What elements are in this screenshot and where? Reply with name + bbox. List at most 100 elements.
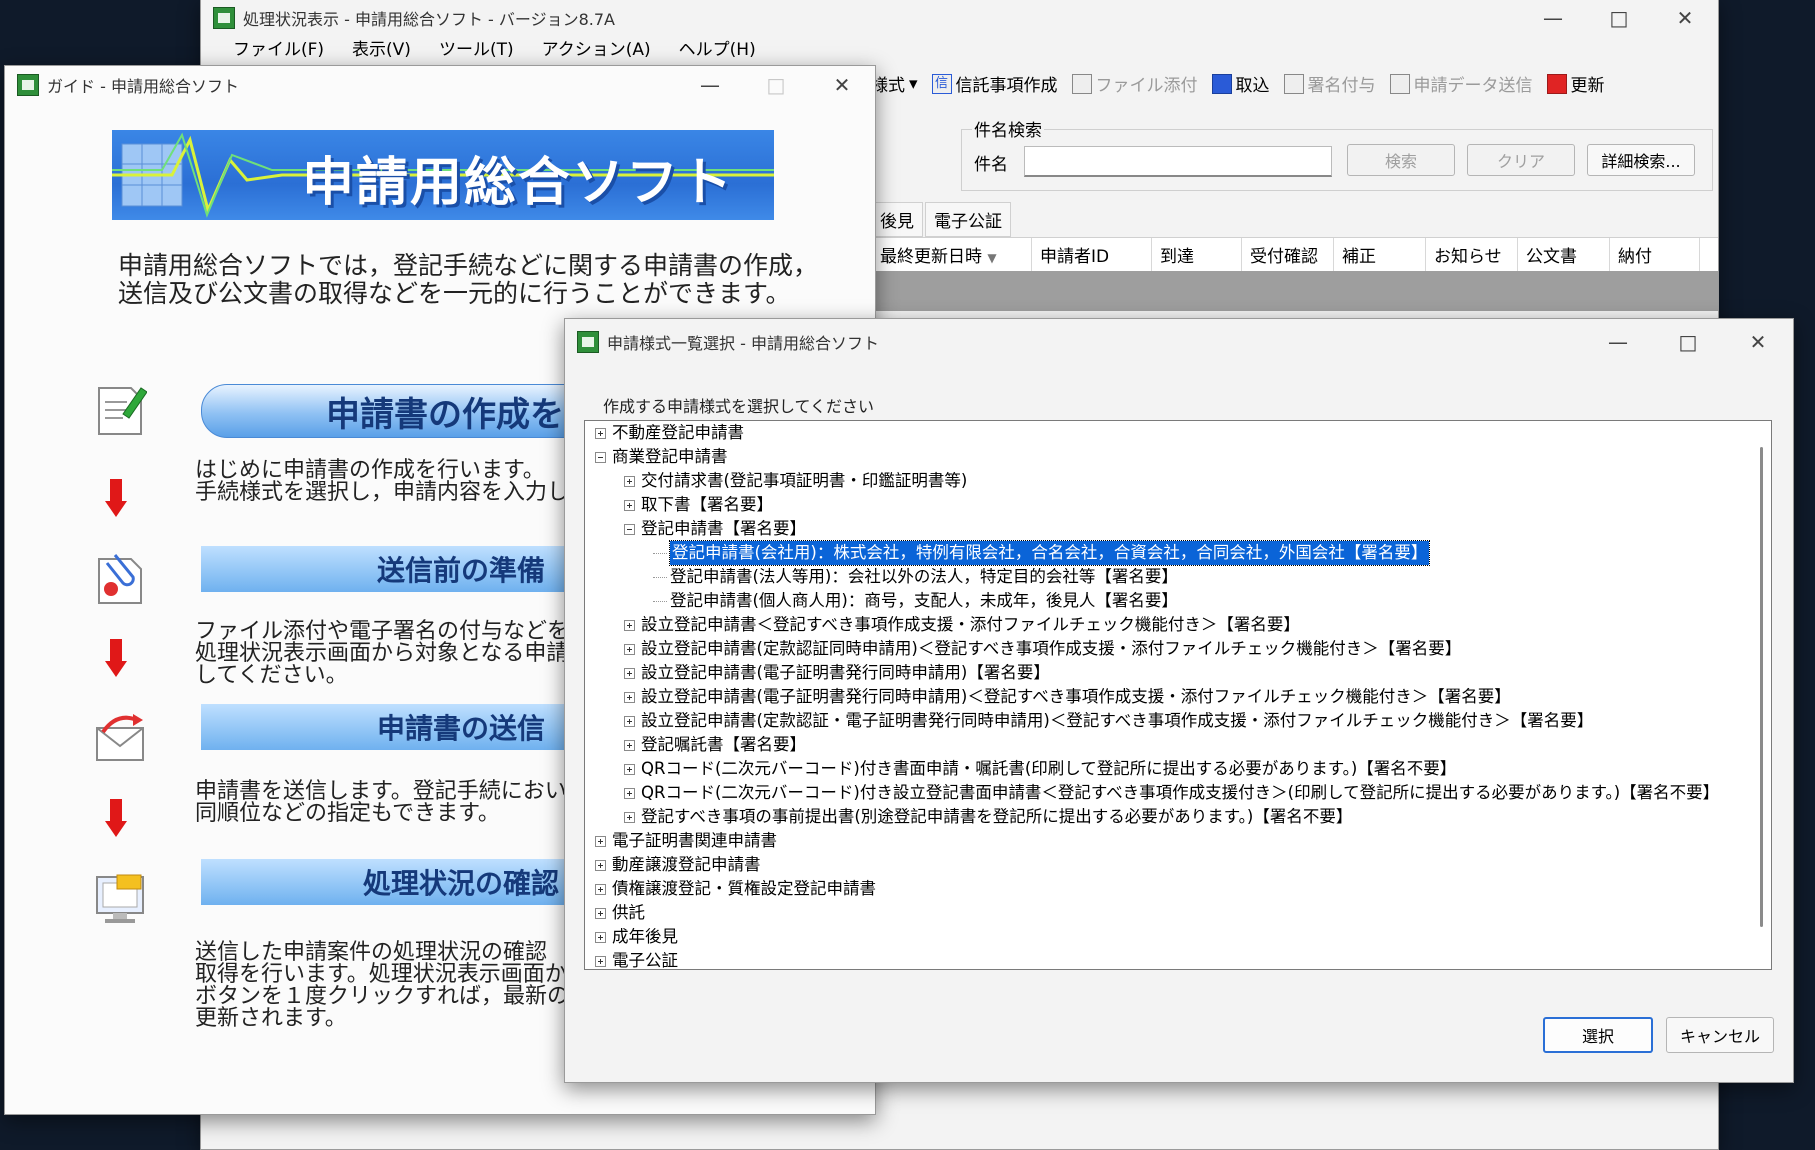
expand-plus-icon[interactable]: [624, 475, 635, 487]
tree-scrollbar[interactable]: [1760, 447, 1763, 927]
tree-item[interactable]: QRコード(二次元バーコード)付き書面申請・嘱託書(印刷して登記所に提出する必要…: [624, 757, 1456, 781]
tree-item[interactable]: 登記申請書(個人商人用)：商号，支配人，未成年，後見人【署名要】: [653, 589, 1178, 613]
menu-view[interactable]: 表示(V): [338, 35, 425, 65]
column-applicant-id[interactable]: 申請者ID: [1032, 238, 1152, 272]
maximize-icon[interactable]: □: [1586, 0, 1652, 37]
column-receipt[interactable]: 受付確認: [1242, 238, 1334, 272]
search-button[interactable]: 検索: [1347, 144, 1455, 176]
form-select-dialog: 申請様式一覧選択 - 申請用総合ソフト — □ ✕ 作成する申請様式を選択してく…: [564, 318, 1794, 1083]
clear-button[interactable]: クリア: [1467, 144, 1575, 176]
toolbar: 様式 ▾ 信信託事項作成 ファイル添付 取込 署名付与 申請データ送信 更新: [871, 71, 1613, 96]
minimize-icon[interactable]: —: [1583, 319, 1653, 365]
menu-bar: ファイル(F) 表示(V) ツール(T) アクション(A) ヘルプ(H): [219, 35, 770, 65]
expand-plus-icon[interactable]: [624, 811, 635, 823]
tree-item[interactable]: 登記すべき事項の事前提出書(別途登記申請書を登記所に提出する必要があります。)【…: [624, 805, 1352, 829]
tree-item[interactable]: 設立登記申請書＜登記すべき事項作成支援・添付ファイルチェック機能付き＞【署名要】: [624, 613, 1300, 637]
menu-help[interactable]: ヘルプ(H): [665, 35, 770, 65]
expand-plus-icon[interactable]: [595, 859, 606, 871]
tree-item[interactable]: 設立登記申請書(定款認証同時申請用)＜登記すべき事項作成支援・添付ファイルチェッ…: [624, 637, 1461, 661]
column-last-updated[interactable]: 最終更新日時 ▼: [872, 238, 1032, 272]
expand-plus-icon[interactable]: [595, 931, 606, 943]
column-correction[interactable]: 補正: [1334, 238, 1426, 272]
tree-item[interactable]: 登記申請書【署名要】: [624, 517, 806, 541]
expand-plus-icon[interactable]: [624, 787, 635, 799]
expand-plus-icon[interactable]: [595, 955, 606, 967]
tree-item[interactable]: 交付請求書(登記事項証明書・印鑑証明書等): [624, 469, 967, 493]
collapse-minus-icon[interactable]: [624, 523, 635, 535]
sign-button[interactable]: 署名付与: [1283, 71, 1376, 96]
select-button[interactable]: 選択: [1543, 1017, 1653, 1053]
tree-item[interactable]: 設立登記申請書(定款認証・電子証明書発行同時申請用)＜登記すべき事項作成支援・添…: [624, 709, 1593, 733]
cancel-button[interactable]: キャンセル: [1666, 1017, 1774, 1053]
app-icon: [17, 74, 39, 96]
maximize-icon: □: [766, 73, 786, 97]
close-icon[interactable]: ✕: [809, 66, 875, 104]
tree-item[interactable]: 取下書【署名要】: [624, 493, 773, 517]
banner-title: 申請用総合ソフト: [302, 153, 735, 213]
tree-item[interactable]: 電子証明書関連申請書: [595, 829, 777, 853]
tree-item[interactable]: 登記申請書(法人等用)：会社以外の法人，特定目的会社等【署名要】: [653, 565, 1178, 589]
tree-item[interactable]: 不動産登記申請書: [595, 421, 744, 445]
tree-item[interactable]: 供託: [595, 901, 645, 925]
refresh-button[interactable]: 更新: [1546, 71, 1605, 96]
expand-plus-icon[interactable]: [624, 715, 635, 727]
menu-tools[interactable]: ツール(T): [425, 35, 528, 65]
tree-item[interactable]: 登記嘱託書【署名要】: [624, 733, 806, 757]
category-tabs: 後見 電子公証: [871, 202, 1013, 237]
expand-plus-icon[interactable]: [595, 883, 606, 895]
tree-item[interactable]: 動産譲渡登記申請書: [595, 853, 761, 877]
column-arrival[interactable]: 到達: [1152, 238, 1242, 272]
close-icon[interactable]: ✕: [1723, 319, 1793, 365]
column-official-doc[interactable]: 公文書: [1518, 238, 1610, 272]
expand-plus-icon[interactable]: [624, 499, 635, 511]
tree-connector: [653, 576, 667, 578]
expand-plus-icon[interactable]: [624, 619, 635, 631]
column-notice[interactable]: お知らせ: [1426, 238, 1518, 272]
tree-item[interactable]: 成年後見: [595, 925, 678, 949]
tree-item[interactable]: 電子公証: [595, 949, 678, 969]
tree-item[interactable]: QRコード(二次元バーコード)付き設立登記書面申請書＜登記すべき事項作成支援付き…: [624, 781, 1719, 805]
form-tree[interactable]: 不動産登記申請書 商業登記申請書 交付請求書(登記事項証明書・印鑑証明書等) 取下書【…: [584, 420, 1772, 970]
tree-item-label: QRコード(二次元バーコード)付き設立登記書面申請書＜登記すべき事項作成支援付き…: [641, 783, 1720, 802]
tree-item-label: 設立登記申請書(定款認証・電子証明書発行同時申請用)＜登記すべき事項作成支援・添…: [641, 711, 1594, 730]
minimize-icon[interactable]: —: [1520, 0, 1586, 37]
tab-guardianship[interactable]: 後見: [871, 202, 923, 237]
select-prompt: 作成する申請様式を選択してください: [603, 397, 875, 416]
attach-file-button[interactable]: ファイル添付: [1071, 71, 1198, 96]
tree-item-label: 設立登記申請書(電子証明書発行同時申請用)＜登記すべき事項作成支援・添付ファイル…: [641, 687, 1511, 706]
maximize-icon[interactable]: □: [1653, 319, 1723, 365]
expand-plus-icon[interactable]: [624, 763, 635, 775]
sign-icon: [1283, 73, 1304, 94]
tree-item[interactable]: 登記申請書(会社用)：株式会社，特例有限会社，合名会社，合資会社，合同会社，外国…: [653, 540, 1431, 566]
tree-item[interactable]: 商業登記申請書: [595, 445, 728, 469]
menu-file[interactable]: ファイル(F): [219, 35, 338, 65]
tree-item[interactable]: 債権譲渡登記・質権設定登記申請書: [595, 877, 876, 901]
trust-create-button[interactable]: 信信託事項作成: [931, 71, 1058, 96]
step-status-text: 送信した申請案件の処理状況の確認 取得を行います。処理状況表示画面か ボタンを１…: [195, 940, 614, 1031]
send-mail-icon: [96, 714, 144, 761]
expand-plus-icon[interactable]: [595, 835, 606, 847]
dialog-titlebar: 申請様式一覧選択 - 申請用総合ソフト — □ ✕: [565, 319, 1793, 365]
collapse-minus-icon[interactable]: [595, 451, 606, 463]
import-button[interactable]: 取込: [1211, 71, 1270, 96]
detail-search-button[interactable]: 詳細検索...: [1587, 144, 1695, 176]
style-menu-button[interactable]: 様式 ▾: [871, 71, 918, 97]
expand-plus-icon[interactable]: [624, 667, 635, 679]
sort-desc-icon: ▼: [987, 251, 997, 265]
tree-item[interactable]: 設立登記申請書(電子証明書発行同時申請用)＜登記すべき事項作成支援・添付ファイル…: [624, 685, 1511, 709]
subject-search-group: 件名検索 件名 検索 クリア 詳細検索...: [961, 116, 1713, 191]
expand-plus-icon[interactable]: [624, 643, 635, 655]
column-payment[interactable]: 納付: [1610, 238, 1700, 272]
tree-item-label: 登記すべき事項の事前提出書(別途登記申請書を登記所に提出する必要があります。)【…: [641, 807, 1353, 826]
send-data-button[interactable]: 申請データ送信: [1389, 71, 1533, 96]
tab-e-notary[interactable]: 電子公証: [925, 202, 1011, 237]
subject-input[interactable]: [1024, 146, 1332, 177]
expand-plus-icon[interactable]: [624, 739, 635, 751]
menu-action[interactable]: アクション(A): [528, 35, 665, 65]
close-icon[interactable]: ✕: [1652, 0, 1718, 37]
expand-plus-icon[interactable]: [624, 691, 635, 703]
tree-item[interactable]: 設立登記申請書(電子証明書発行同時申請用)【署名要】: [624, 661, 1050, 685]
expand-plus-icon[interactable]: [595, 907, 606, 919]
expand-plus-icon[interactable]: [595, 427, 606, 439]
minimize-icon[interactable]: —: [677, 66, 743, 104]
